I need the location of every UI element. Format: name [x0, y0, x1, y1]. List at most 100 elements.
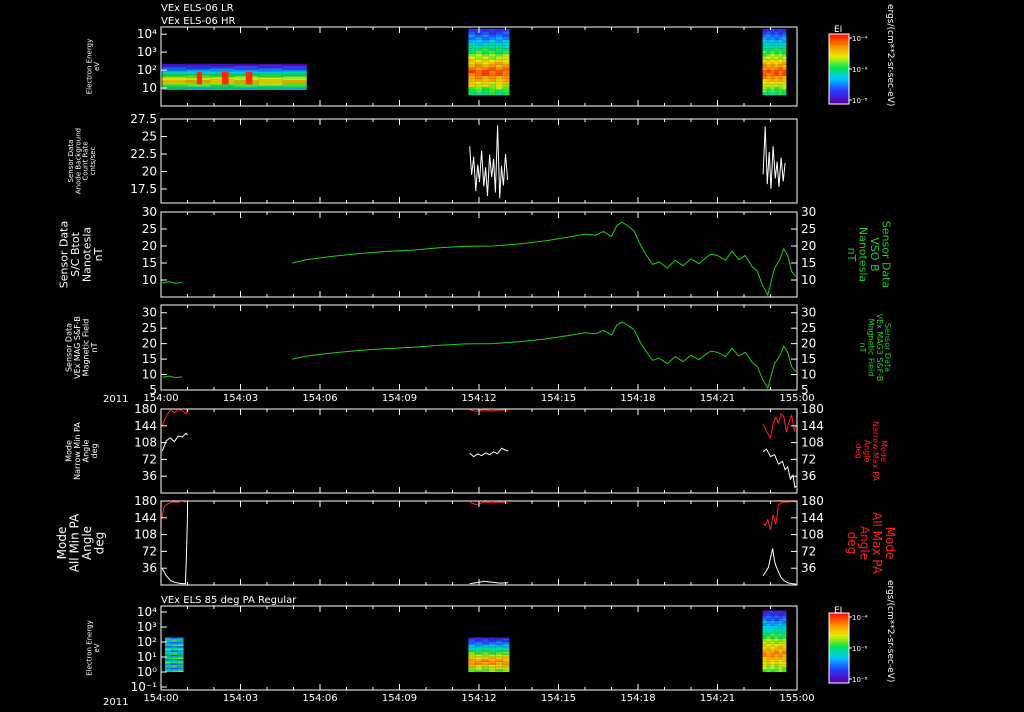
- heatmap-cell: [482, 657, 489, 660]
- heatmap-cell: [762, 48, 767, 51]
- heatmap-cell: [468, 637, 476, 639]
- heatmap-cell: [782, 613, 787, 616]
- heatmap-cell: [782, 42, 787, 46]
- heatmap-cell: [774, 633, 779, 637]
- y-tick-label: 10: [142, 273, 157, 287]
- heatmap-cell: [468, 28, 476, 32]
- heatmap-cell: [482, 42, 489, 46]
- heatmap-cell: [495, 638, 503, 641]
- heatmap-cell: [234, 67, 259, 69]
- heatmap-cell: [774, 50, 779, 54]
- heatmap-cell: [164, 669, 172, 671]
- heatmap-cell: [766, 81, 771, 85]
- y-axis-label: nT: [92, 247, 105, 261]
- heatmap-cell: [762, 42, 767, 46]
- heatmap-cell: [186, 69, 211, 71]
- heatmap-cell: [282, 69, 307, 71]
- heatmap-cell: [766, 664, 771, 667]
- heatmap-cell: [282, 83, 307, 85]
- heatmap-cell: [171, 654, 178, 657]
- heatmap-cell: [774, 631, 779, 634]
- heatmap-cell: [766, 625, 771, 629]
- heatmap-cell: [782, 67, 787, 71]
- heatmap-cell: [774, 28, 779, 32]
- heatmap-cell: [502, 89, 510, 93]
- heatmap-cell: [778, 67, 783, 71]
- heatmap-cell: [210, 87, 235, 89]
- heatmap-cell: [210, 69, 235, 71]
- heatmap-cell: [770, 656, 775, 660]
- heatmap-cell: [475, 660, 483, 662]
- heatmap-cell: [770, 633, 775, 637]
- heatmap-cell: [782, 666, 787, 670]
- y-tick-label: 36: [801, 469, 816, 483]
- heatmap-cell: [234, 85, 259, 87]
- heatmap-cell: [762, 75, 767, 79]
- y-tick-label: 144: [801, 419, 824, 433]
- heatmap-cell: [770, 666, 775, 670]
- heatmap-cell: [766, 56, 771, 60]
- heatmap-cell: [258, 70, 283, 72]
- heatmap-cell: [778, 64, 783, 68]
- heatmap-cell: [766, 610, 771, 614]
- x-tick-label: 154:06: [302, 693, 337, 704]
- heatmap-cell: [495, 53, 503, 57]
- heatmap-cell: [502, 81, 510, 85]
- heatmap-cell: [782, 84, 787, 87]
- heatmap-cell: [770, 613, 775, 616]
- heatmap-cell: [468, 660, 476, 662]
- heatmap-cell: [502, 62, 510, 65]
- heatmap-cell: [770, 659, 775, 662]
- heatmap-cell: [502, 670, 510, 672]
- heatmap-cell: [482, 81, 489, 85]
- heatmap-cell: [475, 50, 483, 54]
- heatmap-cell: [177, 644, 184, 647]
- heatmap-cell: [171, 638, 178, 641]
- heatmap-cell: [475, 45, 483, 49]
- heatmap-cell: [774, 651, 779, 655]
- heatmap-cell: [488, 647, 496, 649]
- els-summary-plot: VEx ELS-06 LR VEx ELS-06 HR VEx ELS 85 d…: [0, 0, 1024, 708]
- heatmap-cell: [766, 646, 771, 649]
- heatmap-cell: [770, 628, 775, 631]
- heatmap-cell: [502, 649, 510, 651]
- heatmap-cell: [482, 73, 489, 76]
- heatmap-block: [762, 28, 787, 96]
- heatmap-cell: [778, 638, 783, 642]
- heatmap-cell: [488, 667, 496, 670]
- heatmap-cell: [774, 610, 779, 614]
- heatmap-cell: [164, 657, 172, 660]
- heatmap-cell: [770, 654, 775, 657]
- y-tick-label: 20: [142, 337, 157, 351]
- heatmap-cell: [475, 86, 483, 90]
- heatmap-cell: [234, 69, 259, 71]
- heatmap-cell: [282, 68, 307, 70]
- heatmap-cell: [482, 28, 489, 32]
- heatmap-cell: [162, 83, 187, 85]
- heatmap-cell: [774, 48, 779, 51]
- heatmap-cell: [778, 70, 783, 74]
- heatmap-cell: [164, 646, 172, 648]
- heatmap-cell: [782, 641, 787, 644]
- heatmap-cell: [502, 59, 510, 63]
- y-tick-label: 72: [801, 452, 816, 466]
- heatmap-cell: [762, 623, 767, 626]
- heatmap-cell: [774, 31, 779, 35]
- heatmap-cell: [766, 34, 771, 38]
- y-tick-label: 36: [142, 469, 157, 483]
- y-axis-label: deg: [93, 532, 107, 555]
- heatmap-cell: [495, 81, 503, 85]
- heatmap-cell: [502, 664, 510, 667]
- heatmap-cell: [774, 75, 779, 79]
- heatmap-cell: [782, 86, 787, 90]
- heatmap-cell: [766, 75, 771, 79]
- heatmap-cell: [766, 638, 771, 642]
- heatmap-cell: [502, 663, 510, 665]
- heatmap-cell: [778, 633, 783, 637]
- heatmap-cell: [482, 78, 489, 82]
- heatmap-cell: [502, 637, 510, 639]
- heatmap-cell: [766, 656, 771, 660]
- heatmap-cell: [502, 646, 510, 648]
- heatmap-cell: [171, 643, 178, 645]
- plot-canvas: VEx ELS-06 LR VEx ELS-06 HR VEx ELS 85 d…: [0, 0, 1024, 708]
